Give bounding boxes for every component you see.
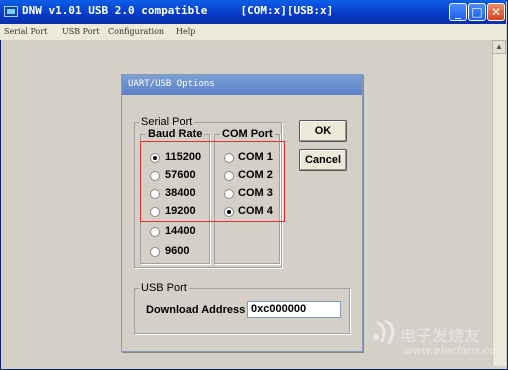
baud-9600-radio[interactable] xyxy=(150,247,160,257)
com-port-label: COM Port xyxy=(220,128,275,140)
close-icon[interactable]: ✕ xyxy=(487,3,505,21)
watermark-text: 电子发烧友 xyxy=(400,326,481,345)
serial-port-label: Serial Port xyxy=(139,116,195,128)
watermark-url: www.elecfans.com xyxy=(404,344,507,357)
watermark-logo-icon xyxy=(373,319,395,345)
download-address-label: Download Address xyxy=(146,304,246,316)
minimize-icon[interactable]: _ xyxy=(449,3,467,21)
download-address-input[interactable]: 0xc000000 xyxy=(247,301,341,318)
baud-rate-label: Baud Rate xyxy=(146,128,205,140)
baud-14400-label[interactable]: 14400 xyxy=(165,225,196,237)
menu-configuration[interactable]: Configuration xyxy=(108,27,164,36)
baud-9600-label[interactable]: 9600 xyxy=(165,245,189,257)
cancel-button[interactable]: Cancel xyxy=(299,149,347,171)
menu-serial-port[interactable]: Serial Port xyxy=(4,27,47,36)
menu-usb-port[interactable]: USB Port xyxy=(62,27,100,36)
window-title: DNW v1.01 USB 2.0 compatible [COM:x][USB… xyxy=(22,4,334,17)
baud-14400-radio[interactable] xyxy=(150,227,160,237)
scroll-up-arrow-icon[interactable]: ▲ xyxy=(492,40,506,54)
highlight-box xyxy=(140,141,285,222)
ok-button[interactable]: OK xyxy=(299,120,347,142)
app-icon[interactable] xyxy=(4,6,18,17)
usb-port-label: USB Port xyxy=(139,282,189,294)
dialog-title: UART/USB Options xyxy=(128,79,215,89)
menu-help[interactable]: Help xyxy=(176,27,195,36)
vertical-scrollbar[interactable] xyxy=(492,40,506,366)
maximize-icon[interactable]: □ xyxy=(468,3,486,21)
